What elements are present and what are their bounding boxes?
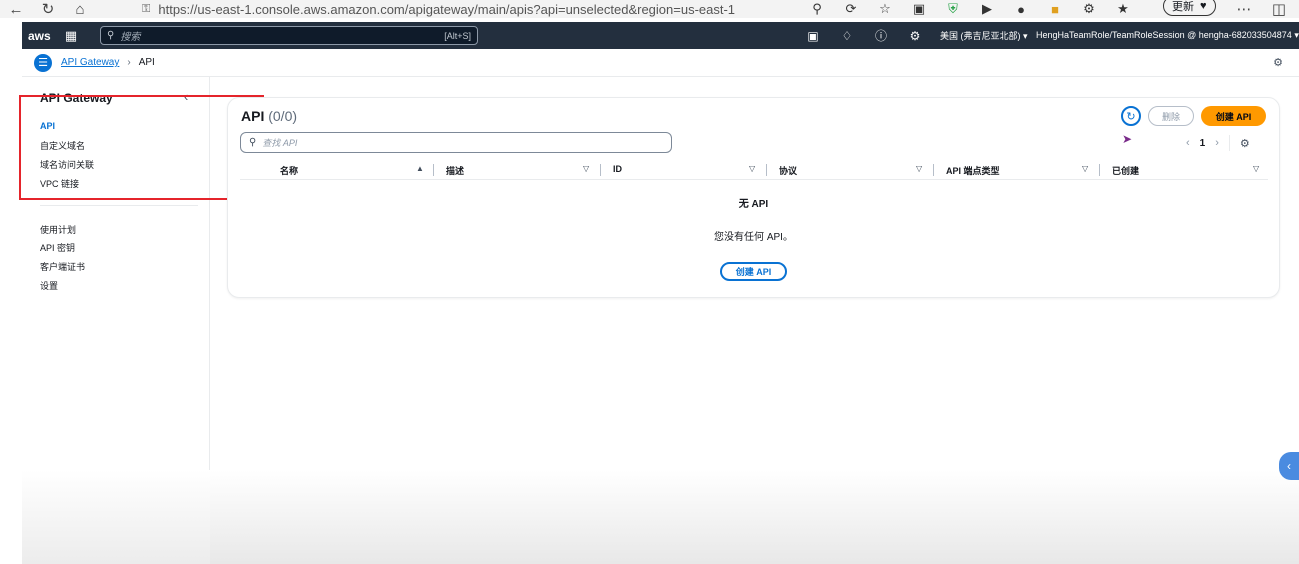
sort-icon[interactable]: ▽ [749,164,755,173]
favorites-list-icon[interactable]: ★ [1106,0,1140,18]
heart-icon: ♥ [1200,0,1207,12]
lock-icon: ⚿ [142,2,151,15]
pagination: ‹ 1 › ⚙ [1186,135,1250,151]
column-divider [433,164,434,176]
sidebar-divider [40,205,198,206]
extension-play-icon[interactable]: ▶ [970,0,1004,18]
preferences-gear-icon[interactable]: ⚙ [1240,137,1250,150]
panel-title-text: API [241,108,265,124]
create-api-button[interactable]: 创建 API [1201,106,1266,126]
chevron-left-icon: ‹ [1287,459,1291,473]
help-panel-toggle[interactable]: ‹ [1279,452,1299,480]
extension-mask-icon[interactable]: ● [1004,0,1038,18]
breadcrumb-current: API [138,57,155,68]
settings-icon[interactable]: ⚙ [1273,56,1283,69]
cloudshell-icon[interactable]: ▣ [796,29,830,43]
pager-divider [1228,135,1230,151]
sort-icon[interactable]: ▽ [583,164,589,173]
extension-color-icon[interactable]: ■ [1038,0,1072,18]
sidebar-item-settings[interactable]: 设置 [40,279,58,292]
notifications-bell-icon[interactable]: ♢ [830,29,864,43]
column-header-name[interactable]: 名称 [280,164,298,177]
column-header-description[interactable]: 描述 [446,164,464,177]
refresh-button[interactable]: ↻ [1121,106,1141,126]
address-bar[interactable]: ⚿ https://us-east-1.console.aws.amazon.c… [142,0,902,18]
breadcrumb-api-gateway[interactable]: API Gateway [61,57,119,68]
table-header: 名称 ▲ 描述 ▽ ID ▽ 协议 ▽ API 端点类型 ▽ 已创建 ▽ [240,160,1268,180]
account-label: HengHaTeamRole/TeamRoleSession @ hengha-… [1036,30,1292,40]
reload-icon[interactable]: ↻ [32,0,64,18]
global-search-input[interactable]: ⚲ 搜索 [Alt+S] [100,26,478,45]
settings-gear-icon[interactable]: ⚙ [898,29,932,43]
services-grid-icon[interactable]: ▦ [58,28,84,44]
column-divider [600,164,601,176]
region-selector[interactable]: 美国 (弗吉尼亚北部) ▾ [940,29,1028,42]
aws-top-navigation: aws ▦ ⚲ 搜索 [Alt+S] ▣ ♢ ⓘ ⚙ 美国 (弗吉尼亚北部) ▾… [22,22,1299,49]
home-icon[interactable]: ⌂ [64,0,96,18]
chevron-left-icon[interactable]: ‹ [1186,137,1190,149]
panel-count: (0/0) [268,108,298,124]
search-placeholder: 搜索 [120,32,141,43]
help-icon[interactable]: ⓘ [864,27,898,44]
find-api-input[interactable]: ⚲ 查找 API [240,132,672,153]
empty-state-description: 您没有任何 API。 [714,232,793,243]
sidebar-bottom [22,470,210,564]
aws-logo[interactable]: aws [28,29,58,43]
zoom-icon[interactable]: ⚲ [800,0,834,18]
chevron-right-icon: › [127,57,131,68]
empty-state-title: 无 API [738,199,769,210]
sidebar-item-usage-plans[interactable]: 使用计划 [40,223,76,236]
translate-icon[interactable]: ⟳ [834,0,868,18]
delete-button[interactable]: 删除 [1148,106,1194,126]
sort-icon[interactable]: ▽ [916,164,922,173]
column-header-endpoint-type[interactable]: API 端点类型 [946,164,1000,177]
account-menu[interactable]: HengHaTeamRole/TeamRoleSession @ hengha-… [1036,30,1299,41]
column-divider [933,164,934,176]
api-list-container: API (0/0) ↻ 删除 创建 API ➤ ⚲ 查找 API ‹ 1 › ⚙… [227,97,1280,298]
region-label: 美国 (弗吉尼亚北部) [940,31,1021,41]
column-header-created[interactable]: 已创建 [1112,164,1139,177]
column-divider [1099,164,1100,176]
column-header-id[interactable]: ID [613,164,622,174]
refresh-icon: ↻ [1126,110,1136,123]
hamburger-menu-icon[interactable]: ☰ [34,53,52,72]
more-menu-icon[interactable]: ⋯ [1228,0,1260,18]
sort-icon[interactable]: ▽ [1253,164,1259,173]
mouse-cursor-icon: ➤ [1122,132,1133,146]
search-shortcut: [Alt+S] [444,30,471,41]
sort-icon[interactable]: ▽ [1082,164,1088,173]
update-label: 更新 [1172,1,1194,13]
column-header-protocol[interactable]: 协议 [779,164,797,177]
extensions-puzzle-icon[interactable]: ⚙ [1072,0,1106,18]
favorite-star-icon[interactable]: ☆ [868,0,902,18]
extension-u-icon[interactable]: ▣ [902,0,936,18]
browser-toolbar: ← ↻ ⌂ ⚿ https://us-east-1.console.aws.am… [0,0,1299,18]
search-icon: ⚲ [249,137,257,148]
sort-ascending-icon[interactable]: ▲ [416,164,424,173]
sidebar-item-api-keys[interactable]: API 密钥 [40,241,75,254]
empty-state-create-api-button[interactable]: 创建 API [720,262,787,281]
find-api-placeholder: 查找 API [262,138,298,148]
content-bottom [210,470,1299,564]
extension-shield-icon[interactable]: ⛨ [936,0,970,18]
update-button[interactable]: 更新 ♥ [1163,0,1216,16]
back-icon[interactable]: ← [0,0,32,18]
column-divider [766,164,767,176]
chevron-right-icon[interactable]: › [1215,137,1219,149]
sidebar-toggle-icon[interactable]: ◫ [1263,0,1295,18]
breadcrumb: ☰ API Gateway › API ⚙ [22,49,1299,77]
sidebar-item-client-certificates[interactable]: 客户端证书 [40,260,85,273]
url-text: https://us-east-1.console.aws.amazon.com… [158,1,736,17]
page-number[interactable]: 1 [1200,138,1206,149]
search-icon: ⚲ [107,30,115,41]
page-title: API (0/0) [241,108,297,124]
